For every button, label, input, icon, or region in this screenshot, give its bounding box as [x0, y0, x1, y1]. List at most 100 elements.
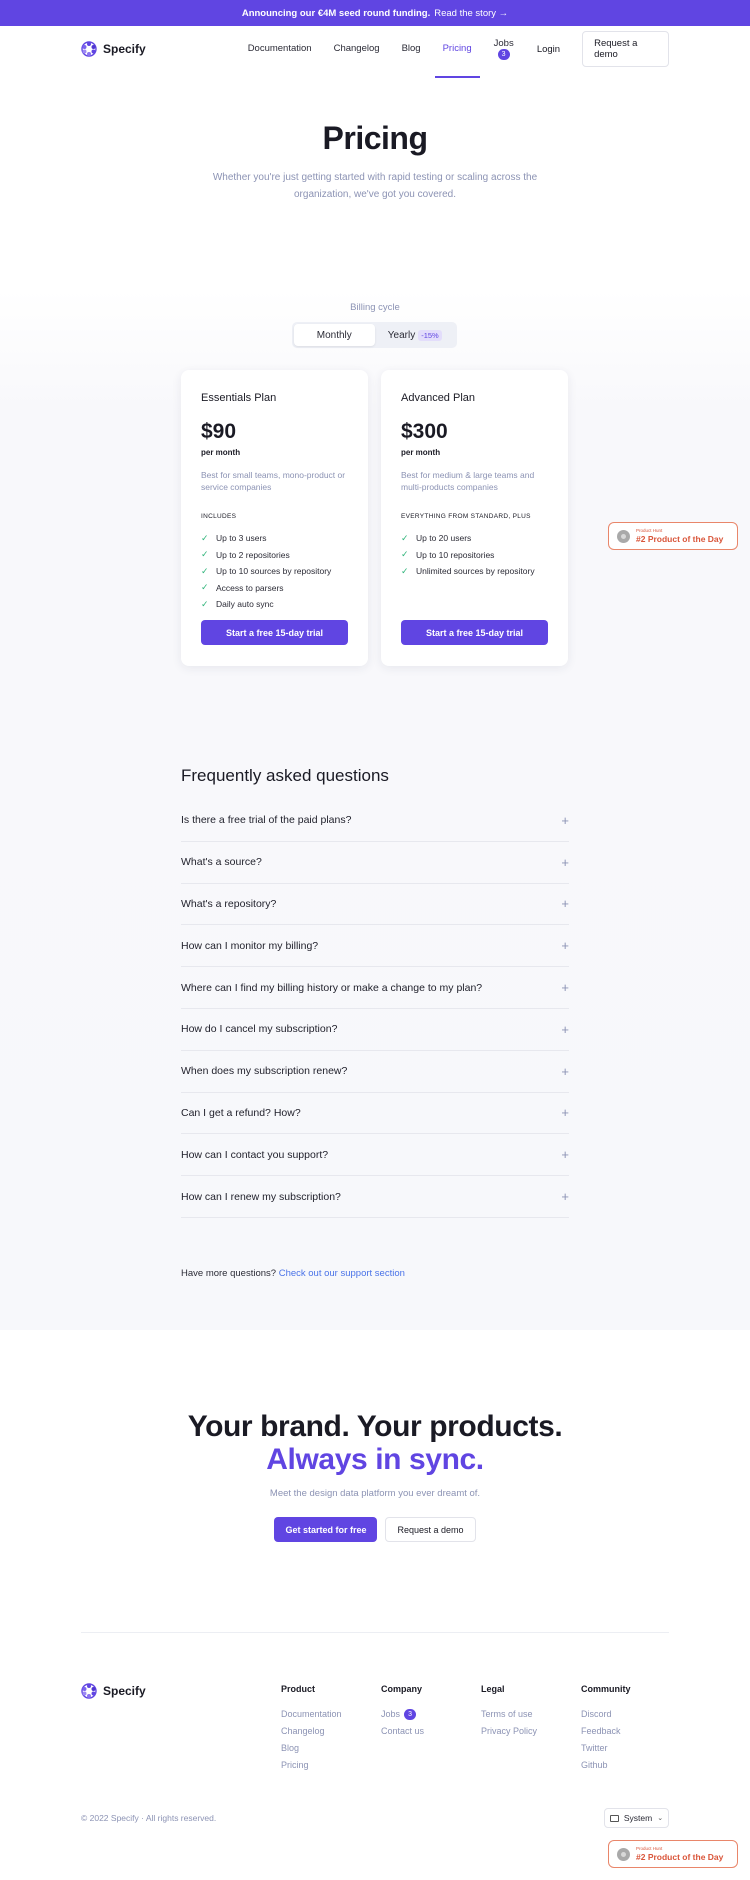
feature-label: Up to 10 repositories: [416, 549, 495, 560]
footer-link[interactable]: Terms of use: [481, 1706, 537, 1723]
banner-text: Announcing our €4M seed round funding.: [241, 7, 431, 19]
nav-jobs[interactable]: Jobs3: [494, 38, 515, 60]
faq-item[interactable]: When does my subscription renew? +: [181, 1051, 569, 1093]
footer-link[interactable]: Blog: [281, 1740, 342, 1757]
list-item: ✓ Up to 2 repositories: [201, 547, 348, 564]
footer-column-title: Company: [381, 1684, 423, 1694]
footer-brand-logo[interactable]: Specify: [81, 1683, 146, 1699]
footer-link[interactable]: Documentation: [281, 1706, 342, 1723]
footer-link[interactable]: Jobs 3: [381, 1706, 424, 1723]
footer-link[interactable]: Changelog: [281, 1723, 342, 1740]
announcement-banner[interactable]: Announcing our €4M seed round funding. R…: [0, 0, 750, 26]
list-item: ✓ Up to 10 sources by repository: [201, 563, 348, 580]
faq-item[interactable]: Where can I find my billing history or m…: [181, 967, 569, 1009]
cta-buttons: Get started for free Request a demo: [0, 1517, 750, 1542]
plus-icon: +: [561, 938, 569, 954]
feature-label: Up to 3 users: [216, 533, 267, 544]
product-hunt-badge[interactable]: Product Hunt #2 Product of the Day: [608, 522, 738, 550]
plus-icon: +: [561, 1063, 569, 1079]
cta-subtitle: Meet the design data platform you ever d…: [269, 1488, 481, 1499]
faq-question: What's a repository?: [181, 897, 277, 910]
plan-features: ✓ Up to 3 users ✓ Up to 2 repositories ✓ Up…: [201, 530, 348, 613]
nav-actions: Login Request a demo: [537, 31, 669, 67]
page-subtitle: Whether you're just getting started with…: [212, 172, 538, 200]
faq-item[interactable]: Can I get a refund? How? +: [181, 1093, 569, 1135]
footer-link[interactable]: Contact us: [381, 1723, 424, 1740]
faq-question: How can I renew my subscription?: [181, 1190, 341, 1203]
plan-card-essentials: Essentials Plan $90 per month Best for s…: [181, 370, 368, 666]
check-icon: ✓: [401, 549, 409, 560]
check-icon: ✓: [201, 549, 209, 560]
support-section-link[interactable]: Check out our support section: [279, 1268, 405, 1279]
billing-yearly-label: Yearly: [387, 329, 416, 341]
faq-item[interactable]: What's a repository? +: [181, 884, 569, 926]
list-item: ✓ Daily auto sync: [201, 596, 348, 613]
footer-link[interactable]: Feedback: [581, 1723, 631, 1740]
plus-icon: +: [561, 1147, 569, 1163]
start-trial-button[interactable]: Start a free 15-day trial: [401, 620, 548, 645]
faq-question: When does my subscription renew?: [181, 1065, 348, 1078]
start-trial-button[interactable]: Start a free 15-day trial: [201, 620, 348, 645]
product-hunt-rank: #2 Product of the Day: [636, 1852, 724, 1862]
theme-select[interactable]: System ⌄: [604, 1808, 669, 1828]
footer-column-legal: Legal Terms of use Privacy Policy: [481, 1684, 537, 1740]
faq-item[interactable]: Is there a free trial of the paid plans?…: [181, 800, 569, 842]
footer-column-company: Company Jobs 3 Contact us: [381, 1684, 424, 1740]
product-hunt-badge[interactable]: Product Hunt #2 Product of the Day: [608, 1840, 738, 1868]
faq-item[interactable]: How can I renew my subscription? +: [181, 1176, 569, 1218]
nav-changelog[interactable]: Changelog: [334, 43, 380, 54]
page-title: Pricing: [322, 120, 428, 156]
faq-item[interactable]: What's a source? +: [181, 842, 569, 884]
footer-link[interactable]: Discord: [581, 1706, 631, 1723]
footer-link[interactable]: Twitter: [581, 1740, 631, 1757]
medal-icon: [617, 1847, 630, 1861]
feature-label: Unlimited sources by repository: [416, 566, 535, 577]
nav-blog[interactable]: Blog: [402, 43, 421, 54]
plan-name: Essentials Plan: [201, 392, 277, 404]
footer-brand-name: Specify: [103, 1684, 146, 1698]
request-demo-button[interactable]: Request a demo: [385, 1517, 476, 1542]
billing-monthly-option[interactable]: Monthly: [294, 324, 375, 346]
footer-link[interactable]: Privacy Policy: [481, 1723, 537, 1740]
footer-column-title: Legal: [481, 1684, 505, 1694]
faq-item[interactable]: How can I monitor my billing? +: [181, 925, 569, 968]
top-nav: Specify Documentation Changelog Blog Pri…: [0, 26, 750, 79]
plan-card-advanced: Advanced Plan $300 per month Best for me…: [381, 370, 568, 666]
list-item: ✓ Unlimited sources by repository: [401, 563, 548, 580]
faq-item[interactable]: How do I cancel my subscription? +: [181, 1009, 569, 1051]
plus-icon: +: [561, 1189, 569, 1205]
faq-section: Frequently asked questions Is there a fr…: [181, 766, 569, 1218]
faq-question: How can I monitor my billing?: [181, 939, 319, 952]
nav-pricing[interactable]: Pricing: [434, 43, 480, 79]
plus-icon: +: [561, 980, 569, 996]
billing-yearly-option[interactable]: Yearly -15%: [375, 324, 456, 346]
feature-label: Access to parsers: [216, 582, 284, 593]
pricing-section: Billing cycle Monthly Yearly -15% Essent…: [0, 290, 750, 1330]
footer-column-community: Community Discord Feedback Twitter Githu…: [581, 1684, 631, 1773]
plan-description: Best for small teams, mono-product or se…: [201, 470, 346, 492]
feature-label: Up to 2 repositories: [216, 549, 290, 560]
plus-icon: +: [561, 896, 569, 912]
check-icon: ✓: [201, 582, 209, 593]
billing-toggle: Monthly Yearly -15%: [292, 322, 457, 348]
faq-question: Where can I find my billing history or m…: [181, 981, 483, 994]
jobs-count-badge: 3: [497, 48, 510, 60]
get-started-button[interactable]: Get started for free: [274, 1517, 378, 1542]
footer-link[interactable]: Pricing: [281, 1756, 342, 1773]
yearly-discount-badge: -15%: [418, 329, 442, 341]
check-icon: ✓: [201, 565, 209, 576]
faq-item[interactable]: How can I contact you support? +: [181, 1134, 569, 1177]
list-item: ✓ Up to 10 repositories: [401, 547, 548, 564]
more-questions-text: Have more questions?: [181, 1268, 277, 1279]
plan-includes-label: EVERYTHING FROM STANDARD, PLUS: [401, 513, 531, 520]
faq-list: Is there a free trial of the paid plans?…: [181, 800, 569, 1218]
request-demo-button[interactable]: Request a demo: [582, 31, 669, 67]
brand-logo[interactable]: Specify: [81, 41, 146, 57]
banner-link[interactable]: Read the story →: [434, 8, 508, 19]
medal-icon: [617, 529, 630, 543]
footer-column-title: Community: [581, 1684, 631, 1694]
footer-link[interactable]: Github: [581, 1756, 631, 1773]
nav-documentation[interactable]: Documentation: [248, 43, 312, 54]
faq-title: Frequently asked questions: [181, 766, 389, 785]
login-link[interactable]: Login: [537, 44, 560, 55]
